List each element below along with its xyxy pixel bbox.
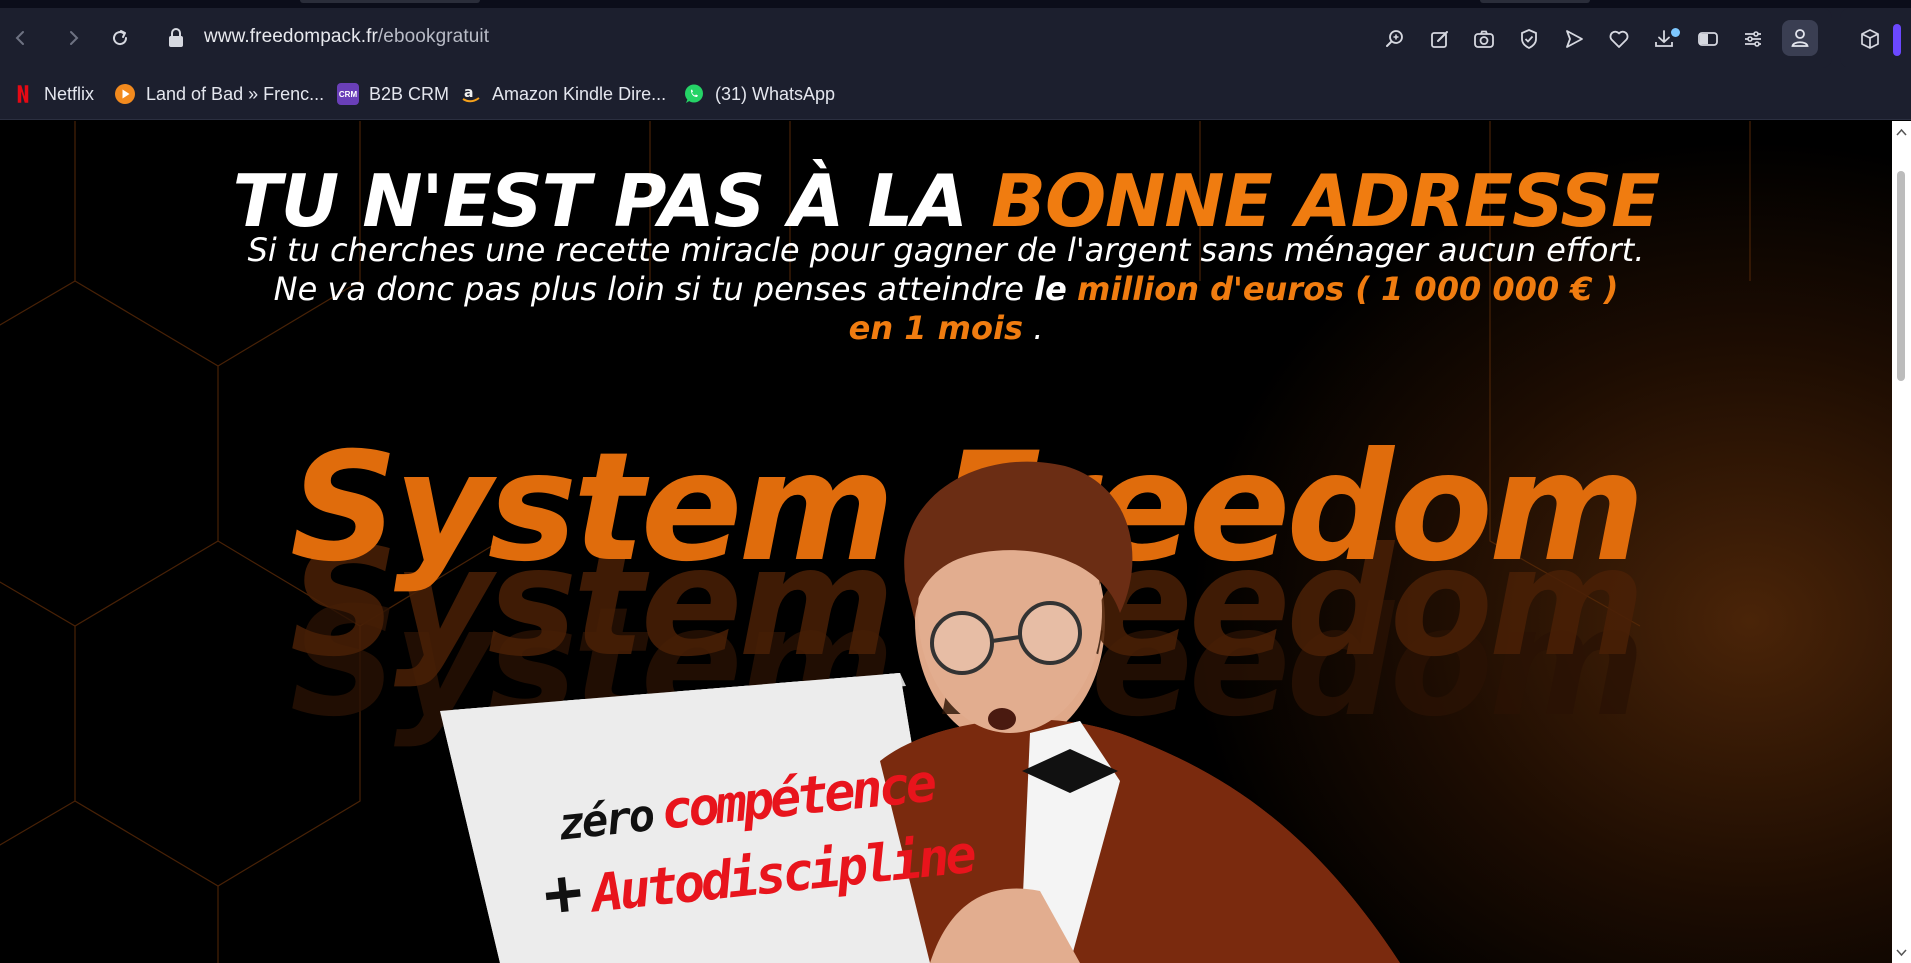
forward-button[interactable] [60,24,88,52]
browser-toolbar: www.freedompack.fr/ebookgratuit [0,8,1911,68]
amazon-icon: a [460,83,482,105]
page-content: TU N'EST PAS À LA BONNE ADRESSE Si tu ch… [0,121,1892,963]
cube-icon[interactable] [1855,24,1885,54]
netflix-icon [12,83,34,105]
address-bar[interactable]: www.freedompack.fr/ebookgratuit [204,26,489,48]
url-host: www.freedompack.fr [204,26,378,47]
sidebar-toggle[interactable] [1893,24,1901,56]
scroll-down-icon[interactable] [1896,947,1907,958]
tab-indicator[interactable] [1480,0,1590,3]
bookmark-b2b-crm[interactable]: CRM B2B CRM [337,83,449,105]
play-icon [114,83,136,105]
bookmark-amazon-kindle[interactable]: a Amazon Kindle Dire... [460,83,666,105]
url-path: /ebookgratuit [377,26,490,47]
laptop-word-zero: zéro [555,790,655,851]
scroll-thumb[interactable] [1897,171,1905,381]
bookmark-label: (31) WhatsApp [715,83,836,104]
chevron-right-icon [70,31,79,45]
reload-icon [113,30,128,46]
tab-indicator[interactable] [300,0,480,3]
user-icon [1791,29,1809,47]
lock-icon[interactable] [166,27,186,49]
bookmark-label: Land of Bad » Frenc... [146,83,325,104]
sidebar-icon[interactable] [1693,24,1723,54]
chevron-left-icon [15,31,24,45]
profile-button[interactable] [1782,20,1818,56]
page-scrollbar[interactable] [1892,121,1911,963]
crm-icon: CRM [337,83,359,105]
download-badge [1671,28,1680,37]
shield-icon[interactable] [1514,24,1544,54]
bookmarks-bar: Netflix Land of Bad » Frenc... CRM B2B C… [0,68,1911,120]
laptop-plus: + [540,854,587,933]
bookmark-label: B2B CRM [369,83,450,104]
address-bar-area: www.freedompack.fr/ebookgratuit [0,8,1832,68]
whatsapp-icon [683,83,705,105]
bookmark-netflix[interactable]: Netflix [12,83,94,105]
bookmark-label: Amazon Kindle Dire... [492,83,667,104]
zoom-icon[interactable] [1380,24,1410,54]
back-button[interactable] [6,24,34,52]
settings-sliders-icon[interactable] [1738,24,1768,54]
send-icon[interactable] [1559,24,1589,54]
bookmark-land-of-bad[interactable]: Land of Bad » Frenc... [114,83,324,105]
heart-icon[interactable] [1604,24,1634,54]
svg-text:a: a [464,85,473,101]
bookmark-whatsapp[interactable]: (31) WhatsApp [683,83,835,105]
edit-share-icon[interactable] [1425,24,1455,54]
bookmark-label: Netflix [44,83,95,104]
reload-button[interactable] [106,24,134,52]
tab-strip [0,0,1911,8]
camera-icon[interactable] [1469,24,1499,54]
scroll-up-icon[interactable] [1896,127,1907,138]
